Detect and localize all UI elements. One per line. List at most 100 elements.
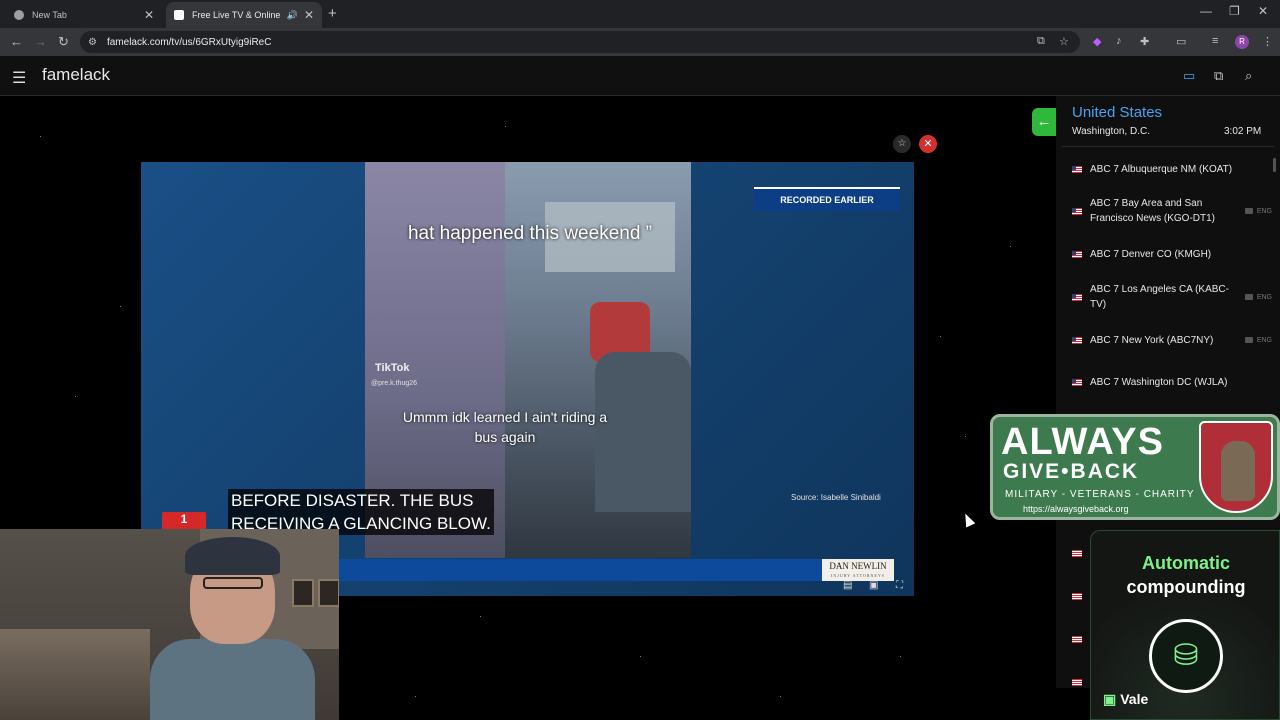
room-background	[0, 629, 150, 720]
back-icon[interactable]: ←	[10, 34, 23, 49]
extension-icon[interactable]: ◆	[1093, 35, 1101, 48]
tiktok-watermark: TikTok	[375, 362, 410, 374]
bookmark-star-icon[interactable]: ☆	[1059, 35, 1069, 48]
picture-frame	[318, 579, 339, 607]
menu-kebab-icon[interactable]: ⋮	[1262, 35, 1273, 48]
us-flag-icon	[1072, 207, 1082, 215]
language-tag: ENG	[1245, 290, 1272, 305]
ticker-sponsor-logo: DAN NEWLIN INJURY ATTORNEYS	[822, 559, 894, 581]
ad-url[interactable]: https://alwaysgiveback.org	[1023, 504, 1129, 514]
ad-brand: ▣ Vale	[1103, 691, 1148, 708]
fullscreen-icon[interactable]: ⛶	[896, 580, 903, 591]
us-flag-icon[interactable]	[1072, 550, 1082, 557]
soldier-shield-icon	[1199, 421, 1273, 513]
country-title[interactable]: United States	[1072, 104, 1162, 121]
browser-toolbar: ← → ↻ ⚙ famelack.com/tv/us/6GRxUtyig9iRe…	[0, 28, 1280, 56]
us-flag-icon[interactable]	[1072, 593, 1082, 600]
browser-tabstrip: New Tab ✕ Free Live TV & Online Radio 🔊 …	[0, 0, 1280, 28]
ad-line-2: compounding	[1126, 577, 1246, 597]
cast-icon[interactable]: ▭	[1176, 35, 1186, 48]
reload-icon[interactable]: ↻	[58, 34, 69, 50]
channel-item[interactable]: ABC 7 Washington DC (WJLA)	[1072, 375, 1272, 390]
favorite-star-icon[interactable]: ☆	[893, 135, 911, 153]
profile-avatar[interactable]: R	[1235, 35, 1249, 49]
close-window-icon[interactable]: ✕	[1258, 4, 1268, 18]
sponsor-sub: INJURY ATTORNEYS	[831, 573, 885, 578]
us-flag-icon	[1072, 166, 1082, 173]
ad-subline: GIVE•BACK	[1003, 460, 1140, 483]
us-flag-icon[interactable]	[1072, 679, 1082, 686]
local-time: 3:02 PM	[1224, 126, 1262, 137]
close-player-icon[interactable]: ✕	[919, 135, 937, 153]
extensions-puzzle-icon[interactable]: ✚	[1140, 35, 1149, 48]
channel-item[interactable]: ABC 7 Denver CO (KMGH)	[1072, 247, 1272, 262]
address-bar[interactable]: ⚙ famelack.com/tv/us/6GRxUtyig9iReC	[80, 31, 1080, 53]
tab-title: New Tab	[32, 10, 67, 20]
site-info-icon[interactable]: ⚙	[88, 37, 97, 48]
tab-famelack[interactable]: Free Live TV & Online Radio 🔊 ✕	[166, 2, 322, 28]
divider	[1062, 146, 1274, 147]
channel-name[interactable]: ABC 7 Bay Area and San Francisco News (K…	[1090, 196, 1239, 226]
back-arrow-icon[interactable]: ←	[1032, 108, 1056, 136]
radio-icon[interactable]: ⧉	[1214, 68, 1223, 84]
close-tab-icon[interactable]: ✕	[144, 8, 154, 22]
channel-name[interactable]: ABC 7 Washington DC (WJLA)	[1090, 375, 1272, 390]
person-body	[150, 639, 315, 720]
us-flag-icon	[1072, 293, 1082, 301]
us-flag-icon	[1072, 379, 1082, 386]
media-control-icon[interactable]: ≡	[1212, 35, 1218, 47]
address-text[interactable]: famelack.com/tv/us/6GRxUtyig9iReC	[107, 37, 272, 48]
tiktok-handle: @pre.k.thug26	[371, 380, 418, 387]
channel-name[interactable]: ABC 7 New York (ABC7NY)	[1090, 333, 1239, 348]
language-tag: ENG	[1245, 333, 1272, 348]
sponsor-name: DAN NEWLIN	[829, 561, 887, 571]
coin-stack-icon: ⛁	[1149, 619, 1223, 693]
speaker-icon[interactable]: ♪	[1116, 35, 1122, 47]
new-tab-button[interactable]: +	[328, 5, 337, 22]
us-flag-icon[interactable]	[1072, 636, 1082, 643]
channel-name[interactable]: ABC 7 Los Angeles CA (KABC-TV)	[1090, 282, 1239, 312]
us-flag-icon	[1072, 251, 1082, 258]
close-tab-icon[interactable]: ✕	[304, 8, 314, 22]
caption-line-1: BEFORE DISASTER. THE BUS	[231, 491, 474, 510]
picture-frame	[292, 579, 314, 607]
webcam-overlay	[0, 529, 339, 720]
channel-item[interactable]: ABC 7 Los Angeles CA (KABC-TV) ENG	[1072, 282, 1272, 312]
restore-icon[interactable]: ❐	[1229, 4, 1240, 18]
ad-tagline: MILITARY - VETERANS - CHARITY	[1005, 489, 1195, 500]
channel-item[interactable]: ABC 7 Bay Area and San Francisco News (K…	[1072, 196, 1272, 226]
site-logo[interactable]: famelack	[42, 65, 110, 85]
channel-name[interactable]: ABC 7 Albuquerque NM (KOAT)	[1090, 162, 1272, 177]
sidebar-scrollbar[interactable]	[1273, 158, 1276, 172]
channel-item[interactable]: ABC 7 Albuquerque NM (KOAT)	[1072, 162, 1272, 177]
clip-caption-top: hat happened this weekend ”	[407, 223, 652, 244]
ad-brand-name: Vale	[1120, 691, 1149, 707]
ad-vale[interactable]: Automatic compounding ⛁ ▣ Vale	[1090, 530, 1280, 720]
tv-icon[interactable]: ▭	[1183, 68, 1195, 84]
chrome-icon	[14, 10, 24, 20]
channel-item[interactable]: ABC 7 New York (ABC7NY) ENG	[1072, 333, 1272, 348]
news-ticker-bar	[338, 559, 822, 581]
ad-line-1: Automatic	[1141, 553, 1230, 573]
picture-in-picture-icon[interactable]: ▣	[869, 580, 878, 591]
us-flag-icon	[1072, 337, 1082, 344]
install-app-icon[interactable]: ⧉	[1037, 35, 1045, 48]
language-tag: ENG	[1245, 204, 1272, 219]
recorded-earlier-badge: RECORDED EARLIER	[754, 187, 900, 211]
ad-headline: ALWAYS	[1001, 421, 1164, 463]
source-credit: Source: Isabelle Sinibaldi	[791, 493, 881, 502]
captions-icon[interactable]: ▤	[843, 580, 852, 591]
ad-always-give-back[interactable]: ALWAYS GIVE•BACK MILITARY - VETERANS - C…	[990, 414, 1280, 520]
search-icon[interactable]: ⌕	[1245, 68, 1252, 84]
city-label: Washington, D.C.	[1072, 126, 1150, 137]
clip-caption-bottom: Ummm idk learned I ain't riding a bus ag…	[402, 409, 608, 445]
tab-new-tab[interactable]: New Tab ✕	[6, 2, 162, 28]
minimize-icon[interactable]: —	[1200, 4, 1212, 18]
person-glasses	[203, 577, 263, 589]
person-cap	[185, 537, 280, 575]
audio-playing-icon[interactable]: 🔊	[287, 10, 298, 21]
forward-icon[interactable]: →	[34, 34, 47, 49]
menu-hamburger-icon[interactable]: ☰	[12, 68, 26, 88]
app-header: ☰ famelack ▭ ⧉ ⌕	[0, 56, 1280, 96]
channel-name[interactable]: ABC 7 Denver CO (KMGH)	[1090, 247, 1272, 262]
